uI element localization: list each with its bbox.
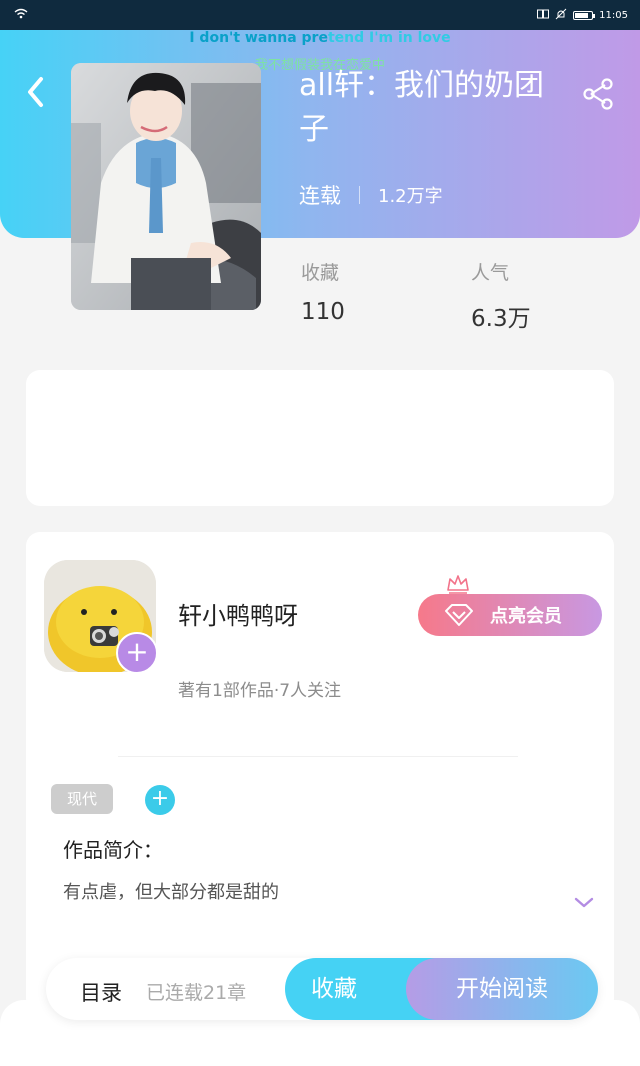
book-cover-image[interactable] xyxy=(71,63,261,310)
book-detail-page: 11:05 I don't wanna pretend I'm in love … xyxy=(0,0,640,1066)
mute-icon xyxy=(555,8,567,23)
battery-icon xyxy=(573,11,596,20)
book-status-row: 连载 1.2万字 xyxy=(299,180,443,210)
popularity-count: 6.3万 xyxy=(471,306,531,332)
book-icon xyxy=(537,9,550,22)
lyric-rest: tend I'm in love xyxy=(327,30,451,46)
wifi-icon xyxy=(14,8,28,22)
divider xyxy=(118,756,518,757)
chapter-count[interactable]: 已连载21章 xyxy=(146,978,246,1005)
serialization-status: 连载 xyxy=(299,184,341,208)
empty-card xyxy=(26,370,614,506)
word-count: 1.2万字 xyxy=(378,186,443,207)
popularity-label: 人气 xyxy=(471,262,510,284)
share-icon xyxy=(583,78,613,110)
table-of-contents-button[interactable]: 目录 xyxy=(80,977,122,1007)
diamond-icon xyxy=(445,604,473,626)
crown-icon xyxy=(446,574,470,594)
chevron-left-icon xyxy=(28,77,43,107)
favorites-count: 110 xyxy=(301,299,345,325)
share-button[interactable] xyxy=(580,76,616,112)
start-reading-button[interactable]: 开始阅读 xyxy=(406,958,598,1020)
back-button[interactable] xyxy=(22,74,52,110)
lyric-line-english: I don't wanna pretend I'm in love xyxy=(0,30,640,46)
book-title: all轩：我们的奶团子 xyxy=(299,68,545,147)
battery-level xyxy=(575,13,589,18)
expand-synopsis-button[interactable] xyxy=(572,894,596,912)
synopsis-label: 作品简介： xyxy=(63,838,163,862)
add-tag-button[interactable]: + xyxy=(145,785,175,815)
chevron-down-icon xyxy=(574,897,594,908)
stat-popularity: 人气 6.3万 xyxy=(471,258,531,333)
favorites-label: 收藏 xyxy=(301,262,340,284)
stat-favorites: 收藏 110 xyxy=(301,258,345,325)
lyric-highlight: I don't wanna pre xyxy=(189,30,328,46)
author-meta: 著有1部作品·7人关注 xyxy=(178,681,342,701)
synopsis-text: 有点虐，但大部分都是甜的 xyxy=(63,882,279,903)
follow-author-button[interactable]: + xyxy=(116,632,158,674)
vip-label: 点亮会员 xyxy=(490,606,562,627)
status-bar: 11:05 xyxy=(0,0,640,30)
genre-tag[interactable]: 现代 xyxy=(51,784,113,814)
vip-membership-button[interactable]: 点亮会员 xyxy=(418,594,602,636)
author-name[interactable]: 轩小鸭鸭呀 xyxy=(178,596,298,631)
divider xyxy=(359,186,360,204)
clock: 11:05 xyxy=(599,10,628,21)
